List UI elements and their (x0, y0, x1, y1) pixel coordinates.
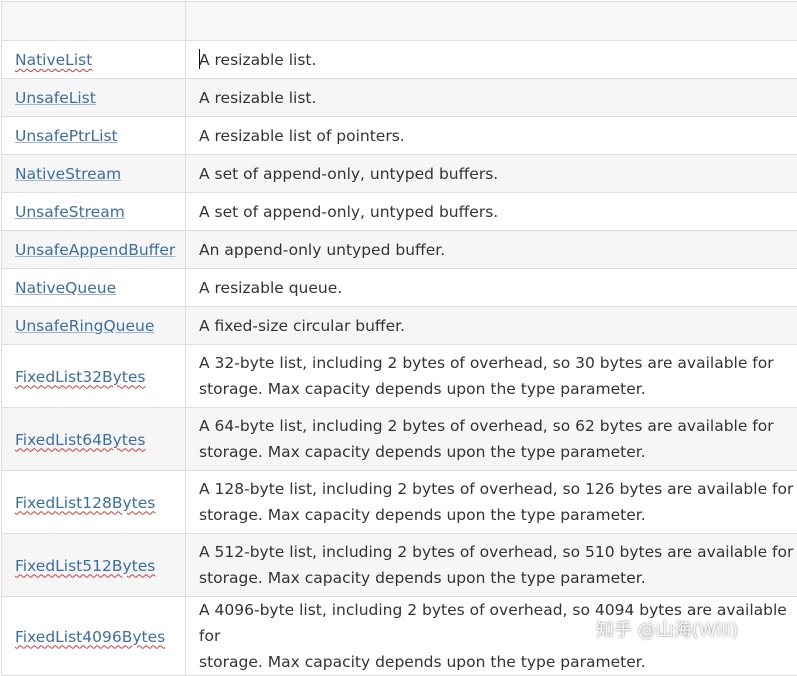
table-row: FixedList32Bytes A 32-byte list, includi… (2, 345, 797, 408)
table-header-row (2, 2, 797, 41)
type-cell: FixedList32Bytes (2, 345, 186, 408)
description-line: A resizable list. (199, 47, 797, 73)
watermark: 知乎 @山海(Will) (596, 616, 738, 642)
table-row: UnsafeStream A set of append-only, untyp… (2, 193, 797, 231)
type-link[interactable]: NativeList (15, 51, 92, 69)
description-cell: A resizable queue. (186, 269, 797, 307)
description-line: A 32-byte list, including 2 bytes of ove… (199, 350, 797, 376)
description-cell: An append-only untyped buffer. (186, 231, 797, 269)
description-cell: A resizable list of pointers. (186, 117, 797, 155)
table-row: NativeList A resizable list. (2, 41, 797, 79)
description-line: A resizable list. (199, 85, 797, 111)
type-cell: NativeList (2, 41, 186, 79)
description-cell: A resizable list. (186, 41, 797, 79)
description-line: storage. Max capacity depends upon the t… (199, 565, 797, 591)
type-cell: NativeStream (2, 155, 186, 193)
description-cell: A fixed-size circular buffer. (186, 307, 797, 345)
table-row: FixedList512Bytes A 512-byte list, inclu… (2, 534, 797, 597)
table-row: FixedList64Bytes A 64-byte list, includi… (2, 408, 797, 471)
header-cell-description (186, 2, 797, 41)
type-link[interactable]: NativeStream (15, 165, 121, 183)
type-link[interactable]: UnsafeRingQueue (15, 317, 154, 335)
type-link[interactable]: UnsafeStream (15, 203, 125, 221)
table-row: UnsafeRingQueue A fixed-size circular bu… (2, 307, 797, 345)
type-link[interactable]: NativeQueue (15, 279, 116, 297)
type-link[interactable]: UnsafePtrList (15, 127, 118, 145)
description-line: A 512-byte list, including 2 bytes of ov… (199, 539, 797, 565)
description-cell: A 128-byte list, including 2 bytes of ov… (186, 471, 797, 534)
description-line: storage. Max capacity depends upon the t… (199, 439, 797, 465)
collections-table: NativeList A resizable list. UnsafeList … (1, 1, 797, 676)
type-link[interactable]: FixedList64Bytes (15, 431, 145, 449)
description-cell: A 32-byte list, including 2 bytes of ove… (186, 345, 797, 408)
type-link[interactable]: FixedList128Bytes (15, 494, 155, 512)
type-cell: FixedList64Bytes (2, 408, 186, 471)
text-cursor (199, 49, 200, 69)
table-row: UnsafeAppendBuffer An append-only untype… (2, 231, 797, 269)
type-cell: FixedList512Bytes (2, 534, 186, 597)
type-cell: UnsafeRingQueue (2, 307, 186, 345)
description-line: A set of append-only, untyped buffers. (199, 161, 797, 187)
type-link[interactable]: FixedList4096Bytes (15, 628, 165, 646)
type-cell: UnsafeAppendBuffer (2, 231, 186, 269)
type-cell: FixedList128Bytes (2, 471, 186, 534)
description-line: A resizable list of pointers. (199, 123, 797, 149)
description-line: storage. Max capacity depends upon the t… (199, 376, 797, 402)
description-cell: A resizable list. (186, 79, 797, 117)
description-cell: A set of append-only, untyped buffers. (186, 155, 797, 193)
table-row: UnsafePtrList A resizable list of pointe… (2, 117, 797, 155)
type-link[interactable]: UnsafeList (15, 89, 96, 107)
table-row: NativeStream A set of append-only, untyp… (2, 155, 797, 193)
description-cell: A 512-byte list, including 2 bytes of ov… (186, 534, 797, 597)
type-link[interactable]: UnsafeAppendBuffer (15, 241, 175, 259)
description-line: A set of append-only, untyped buffers. (199, 199, 797, 225)
type-cell: UnsafePtrList (2, 117, 186, 155)
type-cell: UnsafeList (2, 79, 186, 117)
type-cell: NativeQueue (2, 269, 186, 307)
description-line: A resizable queue. (199, 275, 797, 301)
table-row: FixedList128Bytes A 128-byte list, inclu… (2, 471, 797, 534)
description-cell: A set of append-only, untyped buffers. (186, 193, 797, 231)
type-link[interactable]: FixedList512Bytes (15, 557, 155, 575)
description-line: storage. Max capacity depends upon the t… (199, 649, 797, 675)
table-row: UnsafeList A resizable list. (2, 79, 797, 117)
description-line: An append-only untyped buffer. (199, 237, 797, 263)
description-line: A fixed-size circular buffer. (199, 313, 797, 339)
description-line: storage. Max capacity depends upon the t… (199, 502, 797, 528)
description-line: A 128-byte list, including 2 bytes of ov… (199, 476, 797, 502)
table-row: NativeQueue A resizable queue. (2, 269, 797, 307)
description-cell: A 64-byte list, including 2 bytes of ove… (186, 408, 797, 471)
type-cell: UnsafeStream (2, 193, 186, 231)
type-link[interactable]: FixedList32Bytes (15, 368, 145, 386)
description-line: A 64-byte list, including 2 bytes of ove… (199, 413, 797, 439)
header-cell-type (2, 2, 186, 41)
